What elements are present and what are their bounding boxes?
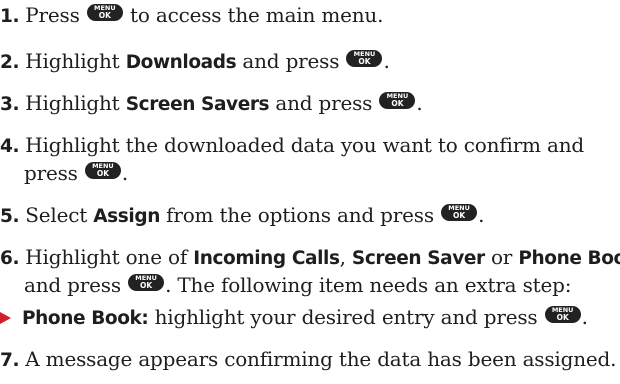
key-bottom-label: OK: [98, 11, 111, 20]
step-4: 4. Highlight the downloaded data you wan…: [0, 132, 584, 160]
step-number: 1.: [0, 6, 20, 27]
step-number: 4.: [0, 136, 20, 157]
menu-ok-key-icon: MENU OK: [441, 204, 478, 221]
sub-bullet-phone-book: Phone Book: highlight your desired entry…: [0, 304, 588, 332]
step-number: 7.: [0, 350, 20, 371]
step-text: Press: [25, 3, 80, 27]
key-bottom-label: OK: [391, 99, 404, 108]
step-text: .: [416, 91, 423, 115]
option-phone-book: Phone Book: [518, 248, 620, 269]
step-6-continued: and press MENU OK. The following item nee…: [24, 272, 571, 298]
instructions-page: 1. Press MENU OK to access the main menu.…: [0, 0, 620, 384]
step-text: . The following item needs an extra step…: [165, 273, 572, 297]
option-screen-saver: Screen Saver: [351, 248, 485, 269]
step-number: 3.: [0, 94, 20, 115]
step-number: 6.: [0, 248, 20, 269]
key-bottom-label: OK: [139, 281, 153, 290]
step-text: or: [490, 245, 513, 269]
step-text: .: [121, 161, 129, 185]
menu-ok-key-icon: MENU OK: [86, 4, 123, 21]
sub-bullet-text: highlight your desired entry and press: [154, 305, 538, 329]
step-text: Highlight: [25, 49, 120, 73]
step-5: 5. Select Assign from the options and pr…: [0, 202, 484, 230]
sub-bullet-text: .: [581, 305, 588, 329]
key-bottom-label: OK: [358, 57, 371, 66]
step-text: and press: [275, 91, 373, 115]
option-incoming-calls: Incoming Calls: [193, 248, 340, 269]
menu-ok-key-icon: MENU OK: [379, 92, 416, 109]
key-bottom-label: OK: [452, 211, 466, 220]
menu-item-downloads: Downloads: [125, 52, 237, 73]
step-number: 5.: [0, 206, 20, 227]
option-assign: Assign: [93, 206, 160, 227]
step-1: 1. Press MENU OK to access the main menu.: [0, 2, 383, 30]
step-text: Highlight the downloaded data you want t…: [25, 133, 584, 157]
step-number: 2.: [0, 52, 20, 73]
menu-item-screen-savers: Screen Savers: [125, 94, 270, 115]
step-6: 6. Highlight one of Incoming Calls, Scre…: [0, 244, 620, 272]
step-text: and press: [242, 49, 340, 73]
step-text: Highlight one of: [25, 245, 188, 269]
step-text: from the options and press: [166, 203, 434, 227]
menu-ok-key-icon: MENU OK: [346, 50, 383, 67]
step-text: .: [383, 49, 390, 73]
step-text: A message appears confirming the data ha…: [25, 347, 617, 371]
step-3: 3. Highlight Screen Savers and press MEN…: [0, 90, 423, 118]
step-7: 7. A message appears confirming the data…: [0, 346, 617, 374]
menu-ok-key-icon: MENU OK: [128, 274, 165, 291]
step-text: Highlight: [25, 91, 120, 115]
step-4-continued: press MENU OK.: [24, 160, 128, 186]
step-text: press: [24, 161, 78, 185]
step-text: and press: [24, 273, 121, 297]
sub-bullet-title: Phone Book:: [22, 308, 149, 329]
bullet-arrow-icon: [0, 312, 11, 324]
step-text: Select: [25, 203, 88, 227]
menu-ok-key-icon: MENU OK: [84, 162, 121, 179]
key-bottom-label: OK: [96, 169, 109, 178]
key-bottom-label: OK: [556, 313, 569, 322]
step-2: 2. Highlight Downloads and press MENU OK.: [0, 48, 390, 76]
step-text: .: [478, 203, 485, 227]
menu-ok-key-icon: MENU OK: [544, 306, 581, 323]
step-text: to access the main menu.: [130, 3, 384, 27]
step-text: ,: [339, 245, 346, 269]
